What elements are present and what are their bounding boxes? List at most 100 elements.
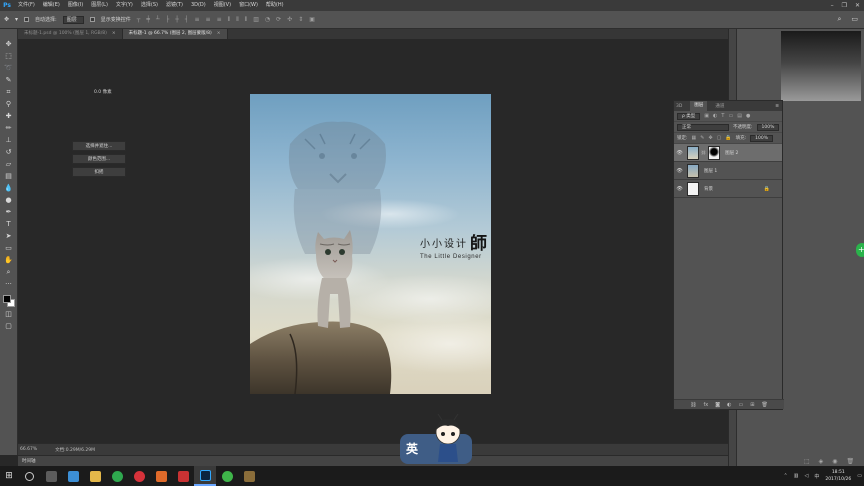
taskbar-app-red2-icon[interactable] — [172, 466, 194, 486]
close-tab-icon[interactable]: × — [217, 29, 221, 39]
menu-edit[interactable]: 编辑(E) — [39, 0, 64, 11]
new-layer-icon[interactable]: ⊞ — [750, 402, 754, 408]
dodge-tool-icon[interactable]: ● — [3, 195, 14, 206]
brush-tool-icon[interactable]: ✏ — [3, 123, 14, 134]
show-transform-checkbox[interactable] — [89, 17, 95, 22]
screen-mode-icon[interactable]: ▢ — [3, 321, 14, 332]
menu-window[interactable]: 窗口(W) — [235, 0, 262, 11]
filter-pixel-icon[interactable]: ▣ — [704, 113, 709, 119]
network-icon[interactable]: ▥ — [794, 473, 799, 479]
healing-brush-tool-icon[interactable]: ✚ — [3, 111, 14, 122]
feather-value[interactable]: 0.0 像素 — [94, 89, 112, 95]
color-range-button[interactable]: 颜色范围... — [72, 154, 126, 164]
visibility-eye-icon[interactable]: 👁 — [674, 168, 685, 174]
move-tool-icon[interactable]: ✥ — [4, 16, 9, 23]
menu-select[interactable]: 选择(S) — [137, 0, 162, 11]
blend-mode-dropdown[interactable]: 正常 — [677, 123, 729, 131]
delete-mask-icon[interactable]: 🗑 — [847, 458, 855, 465]
fill-input[interactable]: 100% — [750, 134, 774, 142]
3d-pan-icon[interactable]: ✣ — [287, 16, 292, 24]
3d-scale-icon[interactable]: ▣ — [309, 16, 315, 24]
visibility-eye-icon[interactable]: 👁 — [674, 150, 685, 156]
layer-row-layer2[interactable]: 👁 ⛓ 图层 2 — [674, 144, 782, 162]
auto-select-checkbox[interactable] — [24, 17, 30, 22]
auto-select-dropdown[interactable]: 图层 — [62, 15, 84, 24]
distribute-left-icon[interactable]: ⫴ — [228, 16, 231, 24]
tab-3d[interactable]: 3D — [676, 104, 682, 109]
layer-style-icon[interactable]: fx — [704, 402, 709, 408]
3d-rotate-icon[interactable]: ⟳ — [276, 16, 281, 24]
new-group-icon[interactable]: ▭ — [739, 402, 744, 408]
hand-tool-icon[interactable]: ✋ — [3, 255, 14, 266]
align-bottom-icon[interactable]: ┴ — [156, 16, 160, 24]
distribute-right-icon[interactable]: ⫴ — [245, 16, 248, 24]
distribute-center-icon[interactable]: ⫴ — [236, 16, 239, 24]
mask-link-icon[interactable]: ⛓ — [701, 150, 706, 155]
timeline-panel[interactable]: 时间轴 — [18, 455, 728, 466]
task-view-icon[interactable] — [40, 466, 62, 486]
crop-tool-icon[interactable]: ⌗ — [3, 87, 14, 98]
move-tool-icon[interactable]: ✥ — [3, 39, 14, 50]
3d-mode-icon[interactable]: ◔ — [265, 16, 270, 24]
lock-all-icon[interactable]: 🔒 — [725, 135, 731, 141]
zoom-level[interactable]: 66.67% — [20, 447, 37, 452]
lock-pixels-icon[interactable]: ✎ — [700, 135, 704, 141]
distribute-middle-icon[interactable]: ≡ — [206, 16, 211, 24]
filter-toggle-icon[interactable]: ● — [746, 113, 750, 119]
delete-layer-icon[interactable]: 🗑 — [761, 402, 767, 408]
link-layers-icon[interactable]: ⛓ — [690, 402, 696, 408]
auto-align-icon[interactable]: ▥ — [253, 16, 259, 24]
load-selection-icon[interactable]: ⬚ — [804, 458, 810, 465]
menu-3d[interactable]: 3D(D) — [187, 0, 210, 11]
foreground-color-swatch[interactable] — [3, 295, 11, 303]
path-select-tool-icon[interactable]: ➤ — [3, 231, 14, 242]
quick-mask-icon[interactable]: ◫ — [3, 309, 14, 320]
minimize-button[interactable]: – — [831, 2, 834, 9]
menu-type[interactable]: 文字(Y) — [112, 0, 137, 11]
select-and-mask-button[interactable]: 选择并遮住... — [72, 141, 126, 151]
tab-channels[interactable]: 通道 — [715, 103, 724, 109]
filter-type-icon[interactable]: T — [721, 113, 724, 119]
blur-tool-icon[interactable]: 💧 — [3, 183, 14, 194]
lock-artboard-icon[interactable]: ▢ — [717, 135, 722, 141]
search-icon[interactable]: ⌕ — [837, 15, 841, 24]
volume-icon[interactable]: ◁ — [804, 473, 808, 479]
align-middle-icon[interactable]: ╪ — [146, 16, 150, 24]
menu-filter[interactable]: 滤镜(T) — [162, 0, 187, 11]
kind-filter-dropdown[interactable]: ρ 类型 — [677, 112, 701, 120]
apply-mask-icon[interactable]: ◈ — [819, 458, 824, 465]
filter-adjust-icon[interactable]: ◐ — [713, 113, 717, 119]
shape-tool-icon[interactable]: ▭ — [3, 243, 14, 254]
tool-preset-icon[interactable]: ▾ — [15, 16, 18, 23]
tab-layers[interactable]: 图层 — [690, 101, 708, 111]
start-button-icon[interactable]: ⊞ — [0, 466, 18, 486]
search-icon[interactable] — [18, 466, 40, 486]
history-brush-tool-icon[interactable]: ↺ — [3, 147, 14, 158]
align-center-icon[interactable]: ┼ — [175, 16, 179, 24]
taskbar-folder-icon[interactable] — [84, 466, 106, 486]
opacity-input[interactable]: 100% — [756, 123, 780, 131]
taskbar-app-orange-icon[interactable] — [150, 466, 172, 486]
distribute-bottom-icon[interactable]: ≡ — [217, 16, 222, 24]
lock-position-icon[interactable]: ✥ — [708, 135, 712, 141]
pen-tool-icon[interactable]: ✒ — [3, 207, 14, 218]
filter-shape-icon[interactable]: ▭ — [728, 113, 733, 119]
menu-file[interactable]: 文件(F) — [14, 0, 39, 11]
align-right-icon[interactable]: ┤ — [185, 16, 189, 24]
distribute-top-icon[interactable]: ≡ — [195, 16, 200, 24]
lasso-tool-icon[interactable]: ➰ — [3, 63, 14, 74]
close-tab-icon[interactable]: × — [112, 29, 116, 39]
gradient-tool-icon[interactable]: ▤ — [3, 171, 14, 182]
taskbar-app-last-icon[interactable] — [238, 466, 260, 486]
zoom-tool-icon[interactable]: ⌕ — [3, 267, 14, 278]
taskbar-browser-icon[interactable] — [106, 466, 128, 486]
align-top-icon[interactable]: ┬ — [137, 16, 141, 24]
taskbar-app-red-icon[interactable] — [128, 466, 150, 486]
filter-smart-icon[interactable]: ▤ — [737, 113, 742, 119]
disable-mask-icon[interactable]: ◉ — [832, 458, 837, 465]
eraser-tool-icon[interactable]: ▱ — [3, 159, 14, 170]
doc-tab-active[interactable]: 未标题-1 @ 66.7% (图层 2, 图层蒙版/8) × — [122, 29, 228, 39]
menu-help[interactable]: 帮助(H) — [262, 0, 288, 11]
menu-image[interactable]: 图像(I) — [64, 0, 87, 11]
adjustment-layer-icon[interactable]: ◐ — [727, 402, 731, 408]
